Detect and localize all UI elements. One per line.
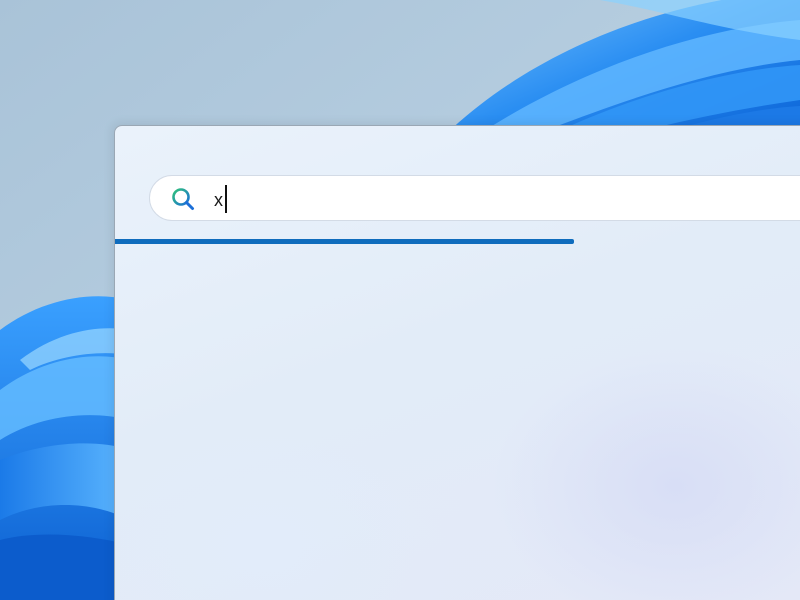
search-progress-bar <box>115 239 800 244</box>
search-icon <box>172 188 194 210</box>
text-caret <box>225 185 227 213</box>
search-input[interactable]: x <box>214 188 223 212</box>
search-panel: x <box>114 125 800 600</box>
desktop: x <box>0 0 800 600</box>
search-progress-fill <box>115 239 574 244</box>
search-box[interactable]: x <box>149 175 800 221</box>
